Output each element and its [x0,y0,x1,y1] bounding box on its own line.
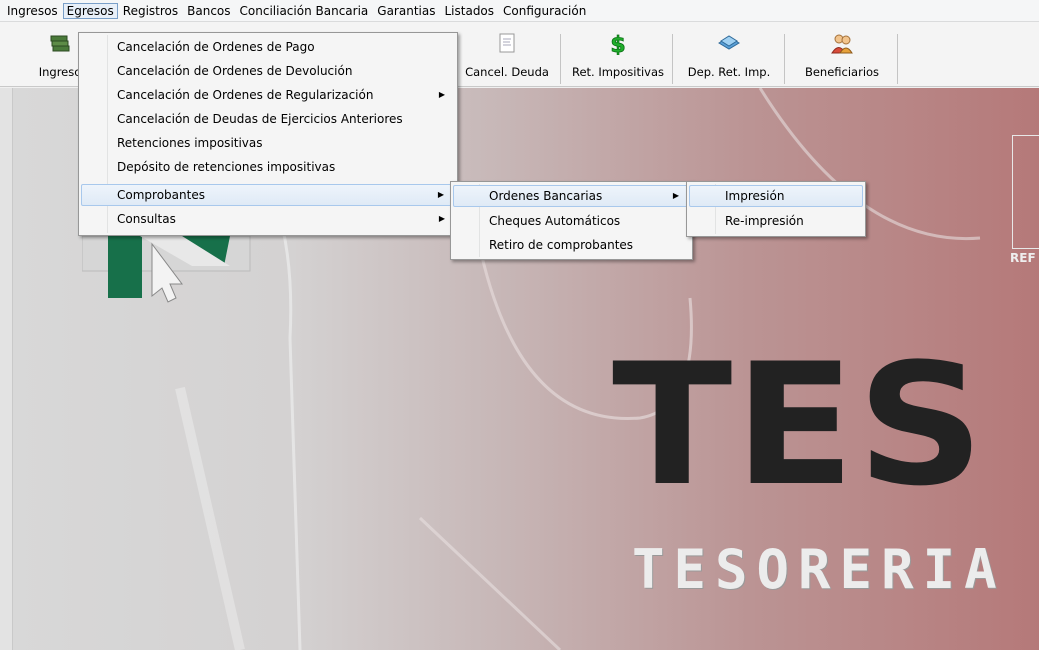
menu-item-cancelacion-ordenes-devolucion[interactable]: Cancelación de Ordenes de Devolución [81,60,455,82]
arrow-logo-icon [82,236,251,303]
logo-tesoreria: TESORERIA [632,538,1006,601]
toolbar-ingreso-label: Ingreso [38,65,82,79]
menu-bancos[interactable]: Bancos [183,3,234,19]
menu-item-label: Retiro de comprobantes [489,238,634,252]
menu-item-label: Cheques Automáticos [489,214,621,228]
toolbar-separator [784,34,785,84]
toolbar-separator [560,34,561,84]
svg-text:$: $ [610,33,625,55]
menu-ingresos[interactable]: Ingresos [3,3,62,19]
menu-item-deposito-retenciones[interactable]: Depósito de retenciones impositivas [81,156,455,178]
toolbar-separator [672,34,673,84]
logo-tes: TES [612,327,987,523]
menu-item-retenciones-impositivas[interactable]: Retenciones impositivas [81,132,455,154]
menu-garantias[interactable]: Garantias [373,3,439,19]
people-icon [830,33,854,58]
menu-egresos[interactable]: Egresos [62,2,118,19]
menu-item-label: Cancelación de Deudas de Ejercicios Ante… [117,112,403,126]
toolbar-dep-ret-imp-button[interactable]: Dep. Ret. Imp. [676,27,782,83]
menu-listados[interactable]: Listados [440,3,498,19]
menu-item-label: Cancelación de Ordenes de Regularización [117,88,374,102]
document-icon [498,33,516,56]
menu-item-label: Impresión [725,189,785,203]
submenu-arrow-icon: ▶ [672,191,679,200]
menu-registros[interactable]: Registros [119,3,182,19]
menu-item-comprobantes[interactable]: Comprobantes ▶ [81,184,455,206]
egresos-menu: Cancelación de Ordenes de Pago Cancelaci… [78,32,458,236]
toolbar-beneficiarios-button[interactable]: Beneficiarios [788,27,896,83]
menu-item-label: Depósito de retenciones impositivas [117,160,336,174]
menu-item-cancelacion-ordenes-pago[interactable]: Cancelación de Ordenes de Pago [81,36,455,58]
submenu-arrow-icon: ▶ [438,214,445,223]
toolbar-separator [897,34,898,84]
menu-item-ordenes-bancarias[interactable]: Ordenes Bancarias ▶ [453,185,690,207]
toolbar-ret-impositivas-button[interactable]: $ Ret. Impositivas [566,27,670,83]
menu-configuracion[interactable]: Configuración [499,3,590,19]
submenu-arrow-icon: ▶ [438,90,445,99]
menu-item-label: Consultas [117,212,176,226]
menu-item-label: Comprobantes [117,188,205,202]
menu-conciliacion-bancaria[interactable]: Conciliación Bancaria [236,3,373,19]
menu-item-re-impresion[interactable]: Re-impresión [689,210,863,232]
toolbar-ret-impositivas-label: Ret. Impositivas [571,65,665,79]
menu-item-label: Retenciones impositivas [117,136,263,150]
dollar-icon: $ [608,33,628,59]
comprobantes-submenu: Ordenes Bancarias ▶ Cheques Automáticos … [450,181,693,260]
menu-bar: Ingresos Egresos Registros Bancos Concil… [0,0,1039,22]
toolbar-dep-ret-imp-label: Dep. Ret. Imp. [687,65,771,79]
ref-box [1012,135,1039,249]
toolbar-cancel-deuda-button[interactable]: Cancel. Deuda [457,27,557,83]
menu-item-label: Cancelación de Ordenes de Devolución [117,64,353,78]
toolbar-cancel-deuda-label: Cancel. Deuda [465,65,549,79]
submenu-arrow-icon: ▶ [437,190,444,199]
menu-item-cancelacion-deudas-anteriores[interactable]: Cancelación de Deudas de Ejercicios Ante… [81,108,455,130]
menu-item-consultas[interactable]: Consultas ▶ [81,208,455,230]
menu-item-label: Cancelación de Ordenes de Pago [117,40,315,54]
ordenes-bancarias-submenu: Impresión Re-impresión [686,181,866,237]
menu-item-impresion[interactable]: Impresión [689,185,863,207]
deposit-icon [717,33,741,54]
menu-item-label: Ordenes Bancarias [489,189,603,203]
toolbar-beneficiarios-label: Beneficiarios [804,65,880,79]
menu-item-label: Re-impresión [725,214,804,228]
money-stack-icon [49,33,71,56]
ref-text: REF [1010,251,1036,265]
menu-item-retiro-comprobantes[interactable]: Retiro de comprobantes [453,234,690,256]
menu-item-cancelacion-ordenes-regularizacion[interactable]: Cancelación de Ordenes de Regularización… [81,84,455,106]
menu-item-cheques-automaticos[interactable]: Cheques Automáticos [453,210,690,232]
